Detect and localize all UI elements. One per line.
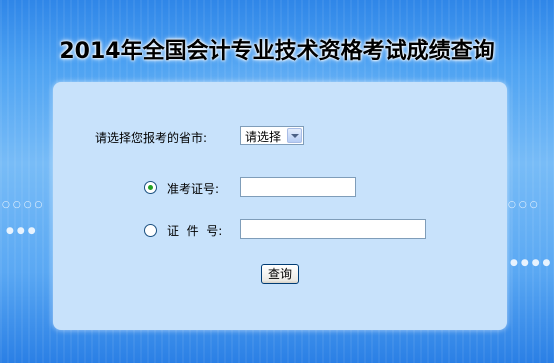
province-select-value: 请选择 [245, 130, 282, 144]
decor-dots-left-2: ●●● [6, 226, 39, 236]
decor-dots-left: ○○○○ [2, 200, 46, 210]
province-label: 请选择您报考的省市: [95, 131, 208, 145]
id-number-input[interactable] [240, 219, 426, 239]
chevron-down-icon[interactable] [287, 128, 302, 143]
exam-number-input[interactable] [240, 177, 356, 197]
decor-dots-right: ○○○ [508, 200, 541, 210]
exam-number-label: 准考证号: [167, 182, 220, 196]
query-button[interactable]: 查询 [261, 264, 299, 284]
query-panel [53, 82, 507, 330]
exam-number-radio[interactable] [144, 181, 157, 194]
page-title: 2014年全国会计专业技术资格考试成绩查询 [59, 39, 495, 64]
province-select[interactable]: 请选择 [240, 126, 304, 145]
decor-dots-right-2: ●●●● [510, 258, 554, 268]
id-number-radio[interactable] [144, 224, 157, 237]
id-number-label: 证 件 号: [167, 224, 223, 238]
